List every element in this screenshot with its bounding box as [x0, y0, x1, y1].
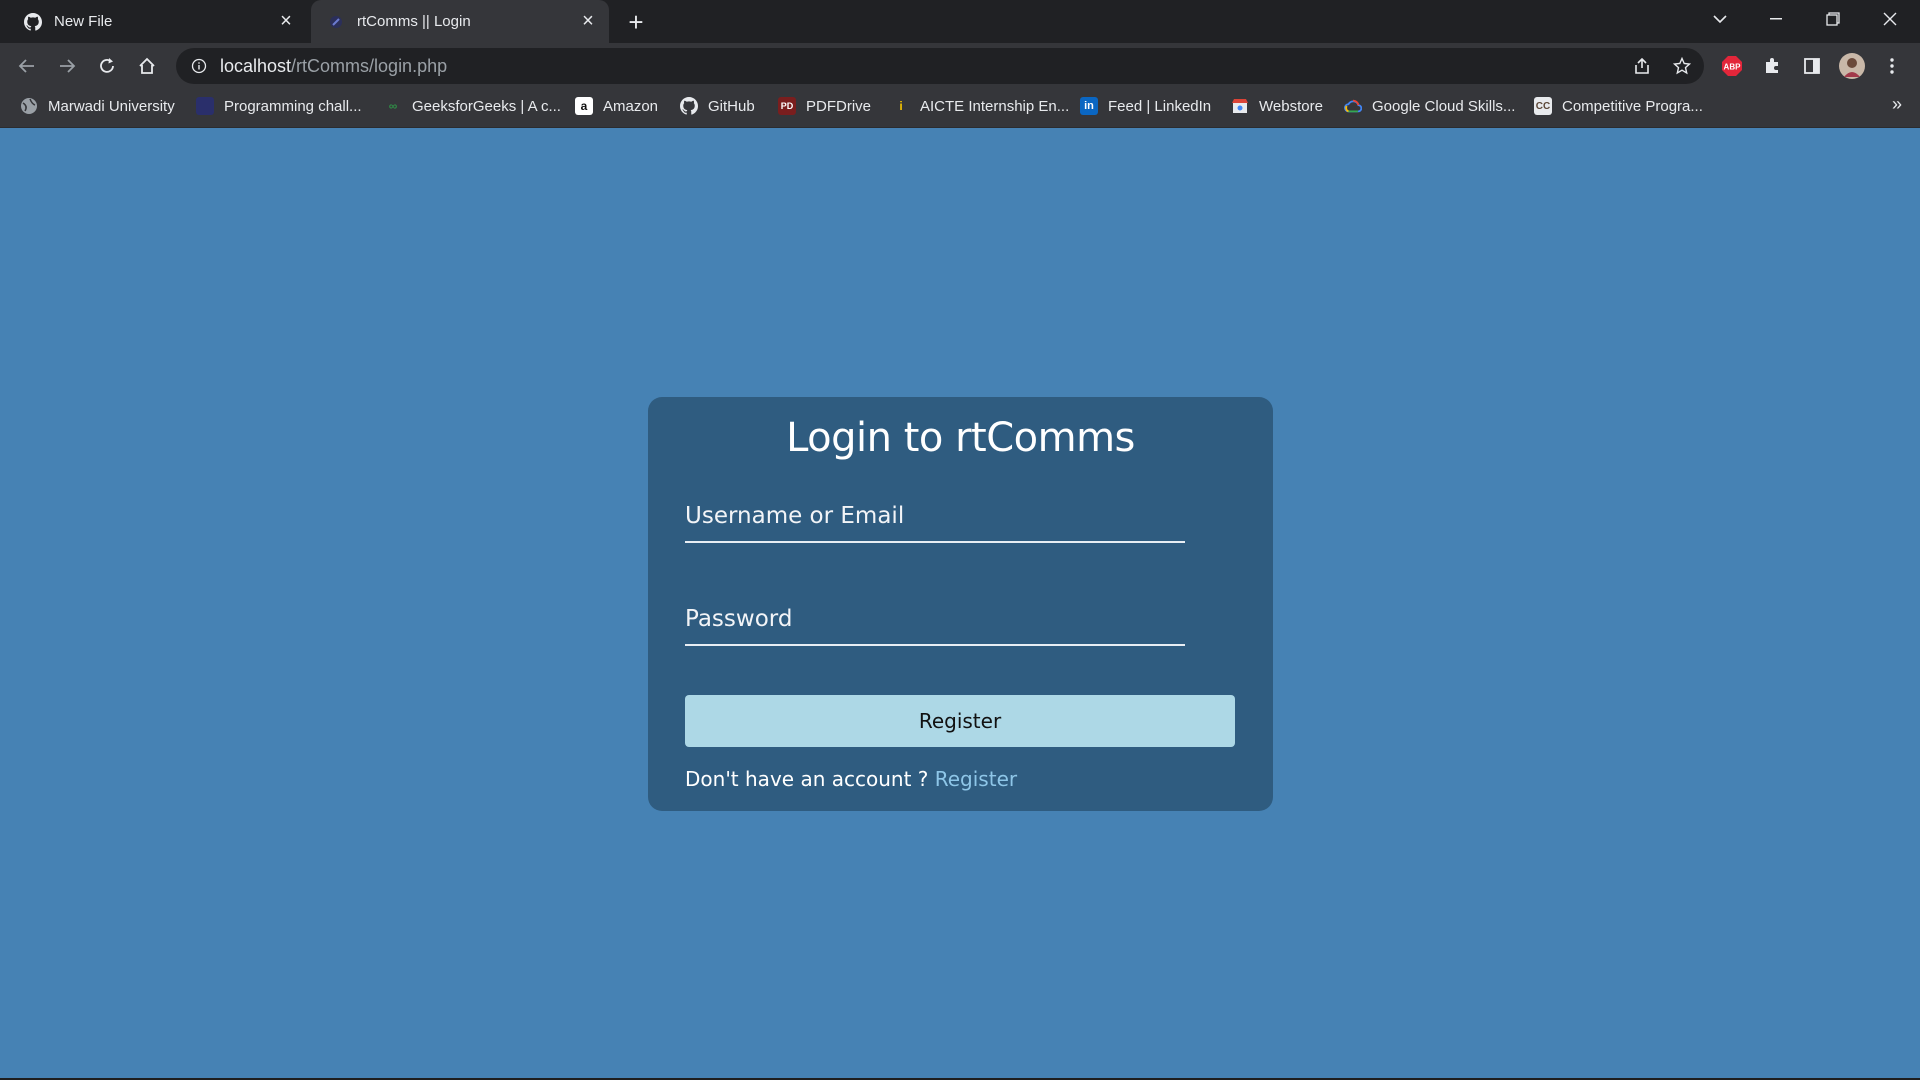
bookmark-label: Feed | LinkedIn	[1108, 97, 1212, 115]
close-tab-icon[interactable]: ×	[275, 10, 297, 33]
side-panel-icon[interactable]	[1797, 51, 1827, 81]
back-icon[interactable]	[12, 51, 42, 81]
close-tab-icon[interactable]: ×	[577, 10, 599, 33]
bookmark-github[interactable]: GitHub	[680, 88, 755, 124]
bookmark-label: GeeksforGeeks | A c...	[412, 97, 561, 115]
bookmark-amazon[interactable]: a Amazon	[575, 88, 658, 124]
tab-title: New File	[54, 13, 113, 30]
adblock-label: ABP	[1724, 63, 1742, 72]
bookmark-pdfdrive[interactable]: PD PDFDrive	[778, 88, 871, 124]
bookmark-webstore[interactable]: Webstore	[1231, 88, 1323, 124]
share-icon[interactable]	[1627, 51, 1657, 81]
tab-strip: New File × rtComms || Login × +	[0, 0, 1920, 43]
forward-icon[interactable]	[52, 51, 82, 81]
amazon-icon: a	[575, 97, 593, 115]
register-prompt: Don't have an account ? Register	[685, 767, 1017, 791]
webstore-icon	[1231, 97, 1249, 115]
tab-rtcomms-login[interactable]: rtComms || Login ×	[311, 0, 609, 43]
bookmark-label: GitHub	[708, 97, 755, 115]
aicte-icon: i	[899, 99, 903, 113]
address-bar[interactable]: localhost/rtComms/login.php	[176, 48, 1704, 84]
adblock-plus-icon[interactable]: ABP	[1717, 51, 1747, 81]
bookmark-label: PDFDrive	[806, 97, 872, 115]
register-button[interactable]: Register	[685, 695, 1235, 747]
cc-icon: CC	[1534, 97, 1552, 115]
bookmark-linkedin[interactable]: in Feed | LinkedIn	[1080, 88, 1211, 124]
github-icon	[24, 12, 42, 31]
linkedin-icon: in	[1080, 97, 1098, 115]
github-icon	[680, 97, 698, 115]
new-tab-button[interactable]: +	[622, 7, 650, 37]
site-info-icon[interactable]	[190, 57, 208, 75]
username-input[interactable]	[685, 491, 1185, 541]
reload-icon[interactable]	[92, 51, 122, 81]
url-text: localhost/rtComms/login.php	[220, 56, 447, 77]
gfg-icon: ∞	[388, 99, 398, 113]
bookmark-label: Webstore	[1259, 97, 1323, 115]
bookmark-label: Marwadi University	[48, 97, 175, 115]
bookmarks-bar: Marwadi University Programming chall... …	[0, 88, 1920, 128]
google-cloud-icon	[1344, 97, 1362, 115]
password-input[interactable]	[685, 594, 1185, 644]
bookmark-programming-challenges[interactable]: Programming chall...	[196, 88, 362, 124]
login-card: Login to rtComms Register Don't have an …	[648, 397, 1273, 811]
tab-title: rtComms || Login	[357, 13, 471, 30]
username-field	[685, 491, 1185, 543]
pdf-icon: PD	[778, 97, 796, 115]
more-bookmarks-chevron-icon[interactable]: »	[1892, 94, 1902, 115]
browser-menu-icon[interactable]	[1877, 51, 1907, 81]
url-path: /rtComms/login.php	[291, 55, 448, 76]
bookmark-label: Competitive Progra...	[1562, 97, 1703, 115]
password-field	[685, 594, 1185, 646]
bookmark-label: Google Cloud Skills...	[1372, 97, 1516, 115]
bookmark-star-icon[interactable]	[1667, 51, 1697, 81]
home-icon[interactable]	[132, 51, 162, 81]
browser-toolbar: localhost/rtComms/login.php ABP	[0, 43, 1920, 88]
bookmark-geeksforgeeks[interactable]: ∞ GeeksforGeeks | A c...	[384, 88, 561, 124]
bookmark-google-cloud-skills[interactable]: Google Cloud Skills...	[1344, 88, 1515, 124]
bookmark-marwadi-university[interactable]: Marwadi University	[20, 88, 175, 124]
restore-icon[interactable]	[1805, 0, 1861, 38]
profile-avatar[interactable]	[1837, 51, 1867, 81]
square-icon	[196, 97, 214, 115]
bookmark-label: Programming chall...	[224, 97, 362, 115]
extensions-puzzle-icon[interactable]	[1757, 51, 1787, 81]
bookmark-competitive-programming[interactable]: CC Competitive Progra...	[1534, 88, 1703, 124]
login-title: Login to rtComms	[786, 415, 1135, 461]
minimize-icon[interactable]	[1748, 0, 1804, 38]
register-prompt-text: Don't have an account ?	[685, 767, 935, 791]
tab-new-file[interactable]: New File ×	[0, 0, 307, 43]
register-link[interactable]: Register	[935, 767, 1017, 791]
page-viewport: Login to rtComms Register Don't have an …	[0, 128, 1920, 1078]
url-host: localhost	[220, 55, 292, 76]
rtcomms-favicon-icon	[327, 13, 345, 31]
bookmark-label: AICTE Internship En...	[920, 97, 1070, 115]
close-window-icon[interactable]	[1862, 0, 1918, 38]
tab-search-icon[interactable]	[1692, 0, 1748, 38]
globe-icon	[20, 97, 38, 115]
bookmark-label: Amazon	[603, 97, 659, 115]
bookmark-aicte-internship[interactable]: i AICTE Internship En...	[892, 88, 1069, 124]
